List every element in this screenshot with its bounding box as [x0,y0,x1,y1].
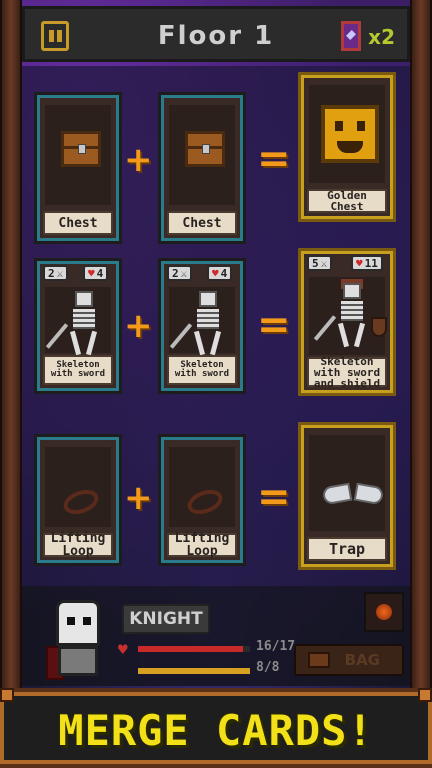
attack-stat: 2 ⚔ [167,265,193,281]
card-label: Chest [43,211,113,235]
card-label: Skeleton with sword [167,355,237,385]
health-value: 16/17 [256,639,296,654]
scroll-count: x2 [368,25,395,49]
card-label: Lifting Loop [43,532,113,558]
bag-button[interactable]: BAG [294,644,404,676]
equals-operator: = [257,136,291,182]
attack-stat: 2 ⚔ [43,265,69,281]
chest-icon [185,131,225,167]
card-golden-chest[interactable]: Golden Chest [298,72,396,222]
hero-name: KNIGHT [122,604,210,634]
fire-orb-icon[interactable] [364,592,404,632]
equals-operator: = [257,474,291,520]
right-frame [410,0,432,690]
card-label: Skeleton with sword [43,355,113,385]
card-label: Chest [167,211,237,235]
health-stat: ♥ 4 [83,265,109,281]
health-stat: ♥ 11 [351,255,383,271]
card-label: Trap [307,537,387,561]
heart-icon: ♥ [88,266,95,280]
left-frame [0,0,22,690]
experience-bar [138,668,250,674]
plus-operator: + [124,140,153,180]
card-chest-right[interactable]: Chest [158,92,246,244]
sword-icon: ⚔ [56,266,64,280]
card-label: Skeleton with sword and shield [307,356,387,389]
heart-icon: ♥ [118,640,128,659]
plus-operator: + [124,306,153,346]
health-bar [138,646,250,652]
health-stat: ♥ 4 [207,265,233,281]
rope-loop-icon [60,485,102,519]
experience-value: 8/8 [256,660,280,675]
merge-cards-banner: MERGE CARDS! [0,688,432,768]
skeleton-icon [169,291,233,359]
chest-icon [61,131,101,167]
skeleton-icon [45,291,109,359]
skeleton-shield-icon [313,279,387,351]
card-loop-left[interactable]: Lifting Loop [34,434,122,566]
plus-operator: + [124,478,153,518]
sword-icon: ⚔ [320,256,328,270]
heart-icon: ♥ [212,266,219,280]
card-label: Lifting Loop [167,532,237,558]
card-skeleton-shield[interactable]: 5 ⚔ ♥ 11 Skeleton with sword and shield [298,248,396,396]
card-chest-left[interactable]: Chest [34,92,122,244]
knight-avatar[interactable] [38,590,128,680]
scroll-icon[interactable] [341,21,361,51]
rope-loop-icon [184,485,226,519]
card-trap[interactable]: Trap [298,422,396,570]
equals-operator: = [257,302,291,348]
bear-trap-icon [321,481,385,511]
bag-icon [308,652,330,668]
banner-text: MERGE CARDS! [58,706,374,755]
heart-icon: ♥ [356,256,363,270]
card-label: Golden Chest [307,189,387,213]
card-skeleton-right[interactable]: 2 ⚔ ♥ 4 Skeleton with sword [158,258,246,394]
card-loop-right[interactable]: Lifting Loop [158,434,246,566]
top-bar: Floor 1 x2 [22,6,410,62]
attack-stat: 5 ⚔ [307,255,333,271]
sword-icon: ⚔ [180,266,188,280]
hero-status-area: KNIGHT ♥ 16/17 8/8 BAG [22,586,410,686]
golden-chest-icon [321,105,379,163]
card-skeleton-left[interactable]: 2 ⚔ ♥ 4 Skeleton with sword [34,258,122,394]
